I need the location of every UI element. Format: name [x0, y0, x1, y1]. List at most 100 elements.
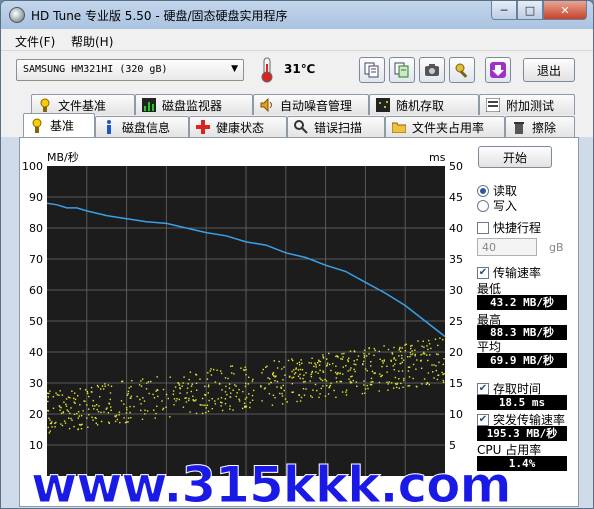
access-time-point	[347, 360, 349, 363]
access-time-point	[266, 365, 268, 367]
access-time-point	[230, 392, 232, 394]
access-time-point	[87, 408, 90, 410]
access-time-point	[162, 408, 164, 411]
access-time-point	[188, 399, 190, 402]
access-time-point	[51, 426, 53, 428]
access-time-point	[233, 373, 235, 375]
access-time-point	[47, 392, 49, 394]
access-time-point	[350, 367, 352, 369]
access-time-point	[66, 409, 68, 411]
access-time-point	[207, 372, 209, 374]
access-time-point	[51, 421, 53, 423]
access-time-point	[426, 345, 428, 347]
access-time-point	[97, 411, 100, 413]
access-time-point	[417, 340, 419, 342]
access-time-point	[185, 397, 187, 399]
access-time-point	[86, 390, 88, 393]
access-time-point	[368, 353, 370, 355]
access-time-point	[335, 396, 337, 398]
app-window: HD Tune 专业版 5.50 - 硬盘/固态硬盘实用程序 ─ □ ✕ 文件(…	[0, 0, 594, 509]
access-time-point	[103, 411, 105, 413]
access-time-point	[315, 366, 317, 368]
access-time-point	[211, 398, 213, 400]
access-time-point	[84, 389, 87, 391]
access-time-point	[109, 392, 112, 394]
access-time-point	[169, 376, 171, 378]
access-time-point	[425, 383, 428, 385]
access-time-point	[86, 404, 88, 406]
access-time-point	[179, 387, 181, 389]
min-value: 43.2 MB/秒	[477, 295, 567, 310]
access-time-point	[150, 380, 152, 383]
access-time-point	[80, 415, 83, 417]
access-time-point	[104, 385, 106, 387]
access-time-point	[140, 409, 142, 412]
access-time-point	[142, 378, 144, 380]
access-time-point	[220, 397, 223, 399]
access-time-point	[381, 360, 383, 362]
access-time-point	[47, 400, 49, 403]
access-time-point	[121, 380, 123, 383]
access-time-point	[238, 398, 240, 400]
access-time-point	[48, 392, 50, 395]
access-time-point	[328, 363, 331, 366]
access-time-point	[353, 368, 355, 371]
access-time-point	[77, 411, 80, 413]
access-time-point	[318, 364, 321, 366]
access-time-point	[324, 395, 327, 397]
access-time-point	[415, 368, 417, 370]
access-time-point	[74, 392, 76, 394]
access-time-point	[423, 378, 426, 380]
access-time-point	[276, 380, 279, 383]
access-time-point	[393, 346, 395, 349]
transfer-rate-checkbox[interactable]: ✔ 传输速率	[477, 264, 541, 281]
access-time-point	[301, 369, 304, 371]
access-time-point	[71, 390, 73, 392]
access-time-point	[399, 350, 402, 353]
access-time-point	[114, 420, 117, 423]
access-time-point	[351, 375, 353, 377]
access-time-point	[221, 389, 223, 391]
access-time-point	[363, 360, 365, 363]
access-time-point	[279, 392, 281, 395]
access-time-point	[442, 339, 444, 341]
access-time-point	[253, 389, 255, 392]
access-time-point	[245, 405, 248, 408]
access-time-point	[310, 376, 313, 378]
access-time-point	[248, 393, 250, 395]
access-time-point	[119, 421, 121, 424]
access-time-point	[431, 364, 433, 366]
access-time-point	[333, 389, 335, 392]
access-time-point	[162, 407, 165, 410]
access-time-point	[229, 408, 231, 410]
access-time-point	[322, 385, 324, 387]
start-button[interactable]: 开始	[478, 146, 552, 168]
access-time-point	[330, 369, 332, 372]
access-time-point	[363, 349, 366, 351]
access-time-point	[58, 405, 61, 407]
quick-stroke-checkbox[interactable]: 快捷行程	[477, 219, 541, 236]
access-time-point	[99, 396, 101, 398]
access-time-point	[379, 373, 381, 375]
tab-benchmark[interactable]: 基准	[23, 113, 95, 137]
radio-dot	[477, 199, 489, 212]
access-time-point	[379, 358, 381, 360]
access-time-point	[414, 353, 416, 356]
access-time-point	[59, 390, 61, 392]
access-time-point	[410, 354, 412, 356]
quick-stroke-input[interactable]: 40	[477, 238, 537, 256]
access-time-point	[47, 396, 49, 398]
access-time-point	[123, 417, 125, 419]
access-time-point	[366, 384, 368, 387]
access-time-point	[330, 382, 332, 384]
access-time-point	[327, 393, 330, 395]
access-time-point	[387, 348, 390, 351]
access-time-point	[179, 392, 181, 394]
access-time-point	[63, 420, 66, 422]
access-time-point	[304, 380, 306, 383]
access-time-point	[301, 362, 303, 364]
access-time-point	[353, 350, 356, 352]
write-radio[interactable]: 写入	[477, 197, 517, 214]
access-time-point	[312, 389, 314, 391]
access-time-point	[77, 395, 79, 397]
